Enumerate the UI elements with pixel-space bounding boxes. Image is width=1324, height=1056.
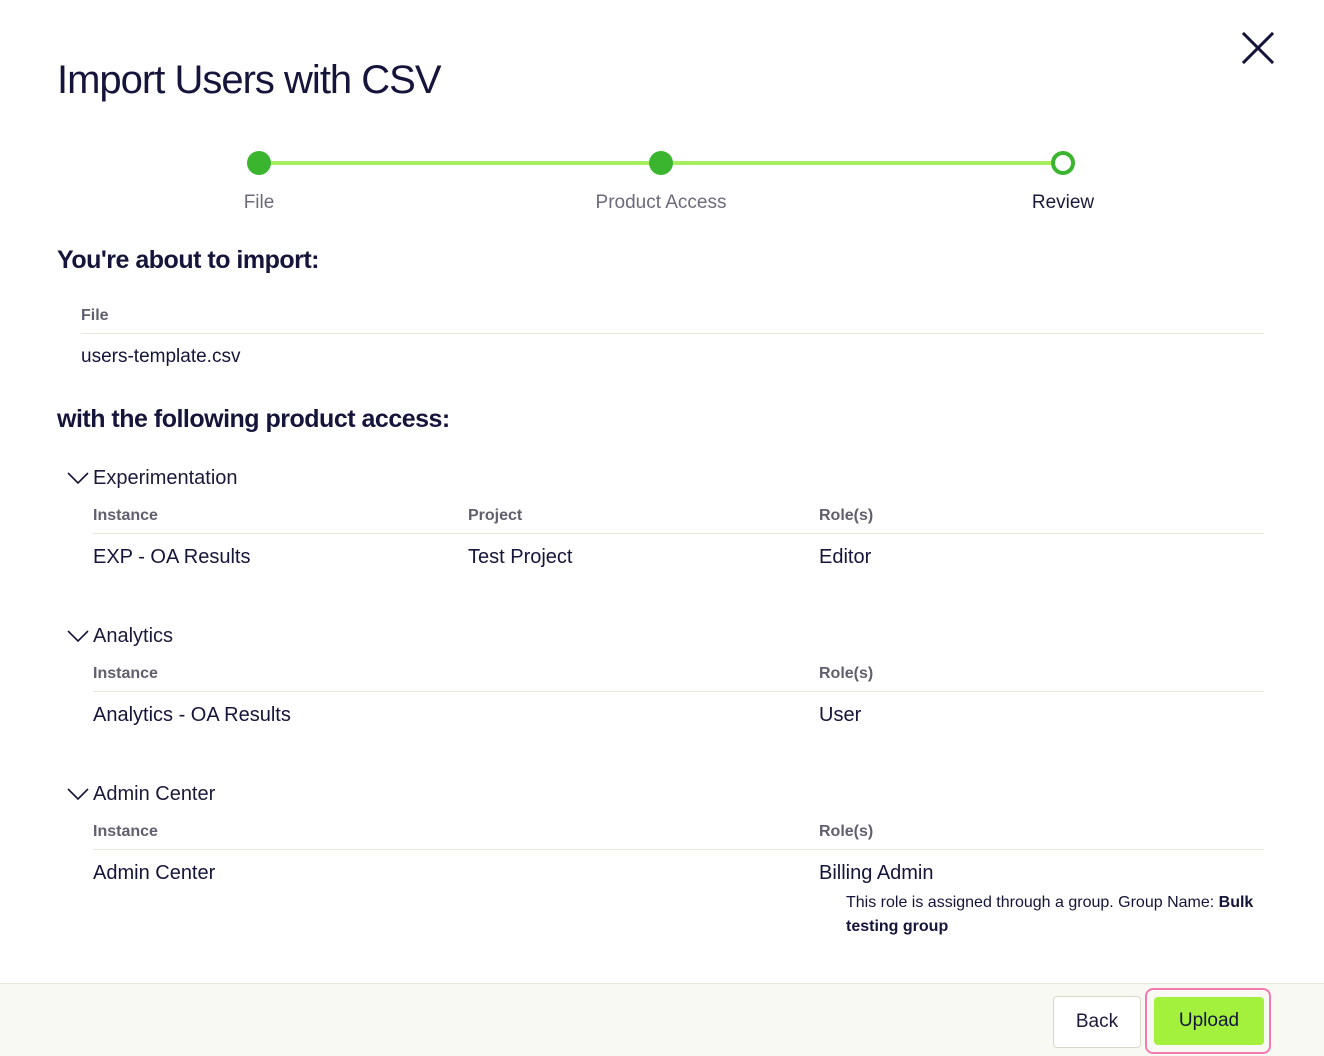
file-name: users-template.csv [81,346,241,367]
section-analytics: Analytics Instance Role(s) Analytics - O… [66,621,1264,726]
step-dot-review [1051,151,1075,175]
close-icon[interactable] [1238,28,1278,68]
instance-cell: EXP - OA Results [93,546,251,568]
step-label-product-access: Product Access [595,192,727,213]
instance-column-header: Instance [93,823,158,840]
group-assignment-note: This role is assigned through a group. G… [846,891,1266,939]
chevron-down-icon [66,624,90,648]
group-note-text: This role is assigned through a group. G… [846,894,1219,911]
step-dot-product-access [649,151,673,175]
dialog-title: Import Users with CSV [57,58,442,102]
section-title: Analytics [93,624,174,647]
access-table: Instance Role(s) Analytics - OA Results … [93,659,1264,736]
instance-column-header: Instance [93,665,158,682]
step-connector [661,161,1063,165]
section-admin-center: Admin Center Instance Role(s) Admin Cent… [66,779,1264,935]
section-title: Admin Center [93,782,216,805]
roles-column-header: Role(s) [819,823,874,840]
section-toggle-admin-center[interactable]: Admin Center [66,779,1264,809]
instance-cell: Admin Center [93,862,216,884]
import-stepper: File Product Access Review [0,140,1324,220]
step-dot-file [247,151,271,175]
access-table: Instance Role(s) Admin Center Billing Ad… [93,817,1264,967]
import-users-dialog: Import Users with CSV File Product Acces… [0,0,1324,1056]
section-toggle-experimentation[interactable]: Experimentation [66,463,1264,493]
product-access-heading: with the following product access: [57,405,450,433]
step-connector [259,161,661,165]
file-summary: File users-template.csv [81,305,1264,368]
section-toggle-analytics[interactable]: Analytics [66,621,1264,651]
roles-cell: Billing Admin [819,862,934,884]
instance-column-header: Instance [93,507,158,524]
table-row: Admin Center Billing Admin [93,850,1264,894]
step-label-file: File [243,192,275,213]
chevron-down-icon [66,466,90,490]
roles-cell: Editor [819,546,872,568]
import-summary-heading: You're about to import: [57,246,320,274]
chevron-down-icon [66,782,90,806]
table-row: Analytics - OA Results User [93,692,1264,736]
dialog-footer: Back Upload [0,983,1324,1056]
back-button[interactable]: Back [1053,996,1141,1048]
section-experimentation: Experimentation Instance Project Role(s)… [66,463,1264,568]
file-column-header: File [81,307,109,324]
section-title: Experimentation [93,466,238,489]
upload-button[interactable]: Upload [1154,997,1264,1045]
roles-column-header: Role(s) [819,665,874,682]
instance-cell: Analytics - OA Results [93,704,291,726]
step-label-review: Review [1031,192,1095,213]
access-table: Instance Project Role(s) EXP - OA Result… [93,501,1264,578]
table-row: EXP - OA Results Test Project Editor [93,534,1264,578]
roles-cell: User [819,704,862,726]
project-column-header: Project [468,507,523,524]
project-cell: Test Project [468,546,573,568]
upload-focus-ring: Upload [1145,988,1271,1054]
roles-column-header: Role(s) [819,507,874,524]
